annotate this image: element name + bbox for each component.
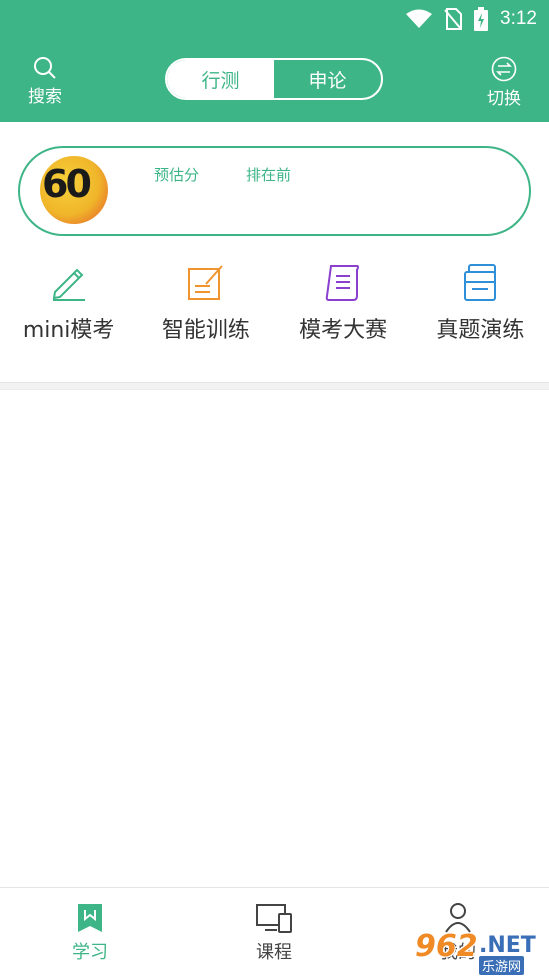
nav-courses-label: 课程 — [256, 942, 292, 963]
feature-past-papers[interactable]: 真题演练 — [412, 258, 549, 358]
switch-icon — [491, 56, 517, 82]
tab-shenlun[interactable]: 申论 — [274, 60, 381, 98]
section-divider — [0, 382, 549, 390]
document-stack-icon — [464, 264, 497, 301]
no-sim-icon — [444, 8, 463, 30]
rank-label: 排在前 — [246, 166, 292, 184]
pencil-icon — [52, 268, 85, 301]
feature-label: mini模考 — [22, 318, 115, 343]
nav-study-label: 学习 — [72, 942, 108, 963]
wifi-icon — [406, 9, 433, 28]
watermark-number: 962 — [415, 929, 478, 964]
feature-label: 模考大赛 — [299, 318, 388, 343]
switch-label: 切换 — [487, 89, 521, 109]
switch-button[interactable]: 切换 — [474, 56, 534, 109]
battery-icon — [474, 7, 489, 31]
feature-label: 真题演练 — [436, 318, 525, 343]
search-button[interactable]: 搜索 — [15, 56, 75, 107]
avatar: 60 — [40, 156, 108, 224]
watermark-logo: 962 .NET 乐游网 — [415, 929, 543, 975]
watermark-suffix: .NET — [479, 933, 536, 958]
status-bar: 3:12 — [406, 6, 537, 32]
feature-grid: mini模考 智能训练 模考大赛 真题演练 — [0, 258, 549, 358]
feature-mock-contest[interactable]: 模考大赛 — [275, 258, 412, 358]
search-icon — [34, 57, 56, 79]
search-label: 搜索 — [28, 87, 62, 107]
subject-tabs: 行测 申论 — [165, 58, 383, 100]
feature-smart-training[interactable]: 智能训练 — [137, 258, 274, 358]
top-header: 3:12 搜索 行测 申论 切换 — [0, 0, 549, 122]
nav-courses[interactable]: 课程 — [214, 902, 334, 964]
book-icon — [78, 904, 102, 932]
watermark-sub: 乐游网 — [479, 956, 525, 975]
feature-label: 智能训练 — [161, 318, 250, 343]
tab-xingce[interactable]: 行测 — [167, 60, 274, 98]
score-card[interactable]: 60 预估分 排在前 — [18, 146, 531, 236]
bottom-nav: 学习 课程 我的 962 .NET 乐游网 — [0, 887, 549, 977]
devices-icon — [256, 904, 292, 933]
scroll-icon — [325, 265, 360, 301]
edit-note-icon — [187, 265, 223, 300]
avatar-score: 60 — [42, 162, 92, 206]
clock: 3:12 — [500, 8, 537, 29]
estimated-score-label: 预估分 — [154, 166, 200, 184]
nav-study[interactable]: 学习 — [30, 902, 150, 964]
feature-mini-exam[interactable]: mini模考 — [0, 258, 137, 358]
